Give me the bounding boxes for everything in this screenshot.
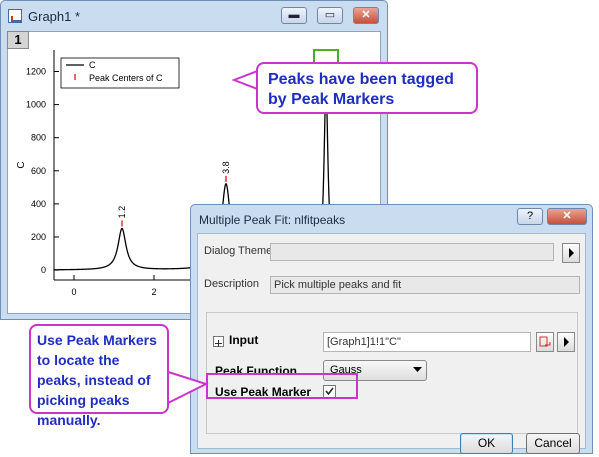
data-selector-icon (539, 336, 551, 347)
expand-plus-icon[interactable] (213, 336, 224, 347)
input-field[interactable]: [Graph1]1!1"C" (323, 332, 531, 352)
chevron-down-icon (413, 367, 422, 372)
cancel-button[interactable]: Cancel (526, 433, 580, 454)
y-tick-label: 400 (31, 199, 46, 209)
x-tick-label: 0 (71, 287, 76, 297)
x-tick-label: 2 (151, 287, 156, 297)
theme-menu-button[interactable] (562, 243, 580, 263)
description-label: Description (204, 278, 260, 290)
input-label: Input (229, 333, 259, 347)
dialog-theme-label: Dialog Theme (204, 245, 273, 257)
legend-entry-peaks: Peak Centers of C (89, 73, 163, 83)
top-callout: Peaks have been tagged by Peak Markers (256, 62, 478, 114)
y-tick-label: 600 (31, 166, 46, 176)
select-data-button[interactable] (536, 332, 554, 352)
use-peak-marker-highlight (206, 373, 358, 399)
ok-button[interactable]: OK (460, 433, 513, 454)
description-field: Pick multiple peaks and fit (270, 276, 580, 294)
input-menu-button[interactable] (557, 332, 575, 352)
peak-label: 1.2 (117, 206, 127, 219)
dialog-body: Dialog Theme Description Pick multiple p… (197, 233, 586, 454)
dialog-theme-field[interactable] (270, 243, 554, 261)
y-tick-label: 1000 (26, 100, 46, 110)
triangle-right-icon (564, 337, 569, 347)
y-axis-label: C (16, 161, 27, 168)
triangle-right-icon (569, 248, 574, 258)
dialog-title: Multiple Peak Fit: nlfitpeaks (199, 213, 346, 227)
peak-label: 3.8 (221, 161, 231, 174)
y-tick-label: 200 (31, 232, 46, 242)
left-callout: Use Peak Markers to locate the peaks, in… (29, 324, 169, 428)
multiple-peak-fit-dialog: Multiple Peak Fit: nlfitpeaks ? ✕ Dialog… (190, 204, 593, 454)
y-tick-label: 800 (31, 133, 46, 143)
y-tick-label: 0 (41, 265, 46, 275)
help-button[interactable]: ? (517, 208, 543, 225)
dialog-close-button[interactable]: ✕ (547, 208, 587, 225)
y-tick-label: 1200 (26, 67, 46, 77)
legend-entry-c: C (89, 60, 96, 70)
